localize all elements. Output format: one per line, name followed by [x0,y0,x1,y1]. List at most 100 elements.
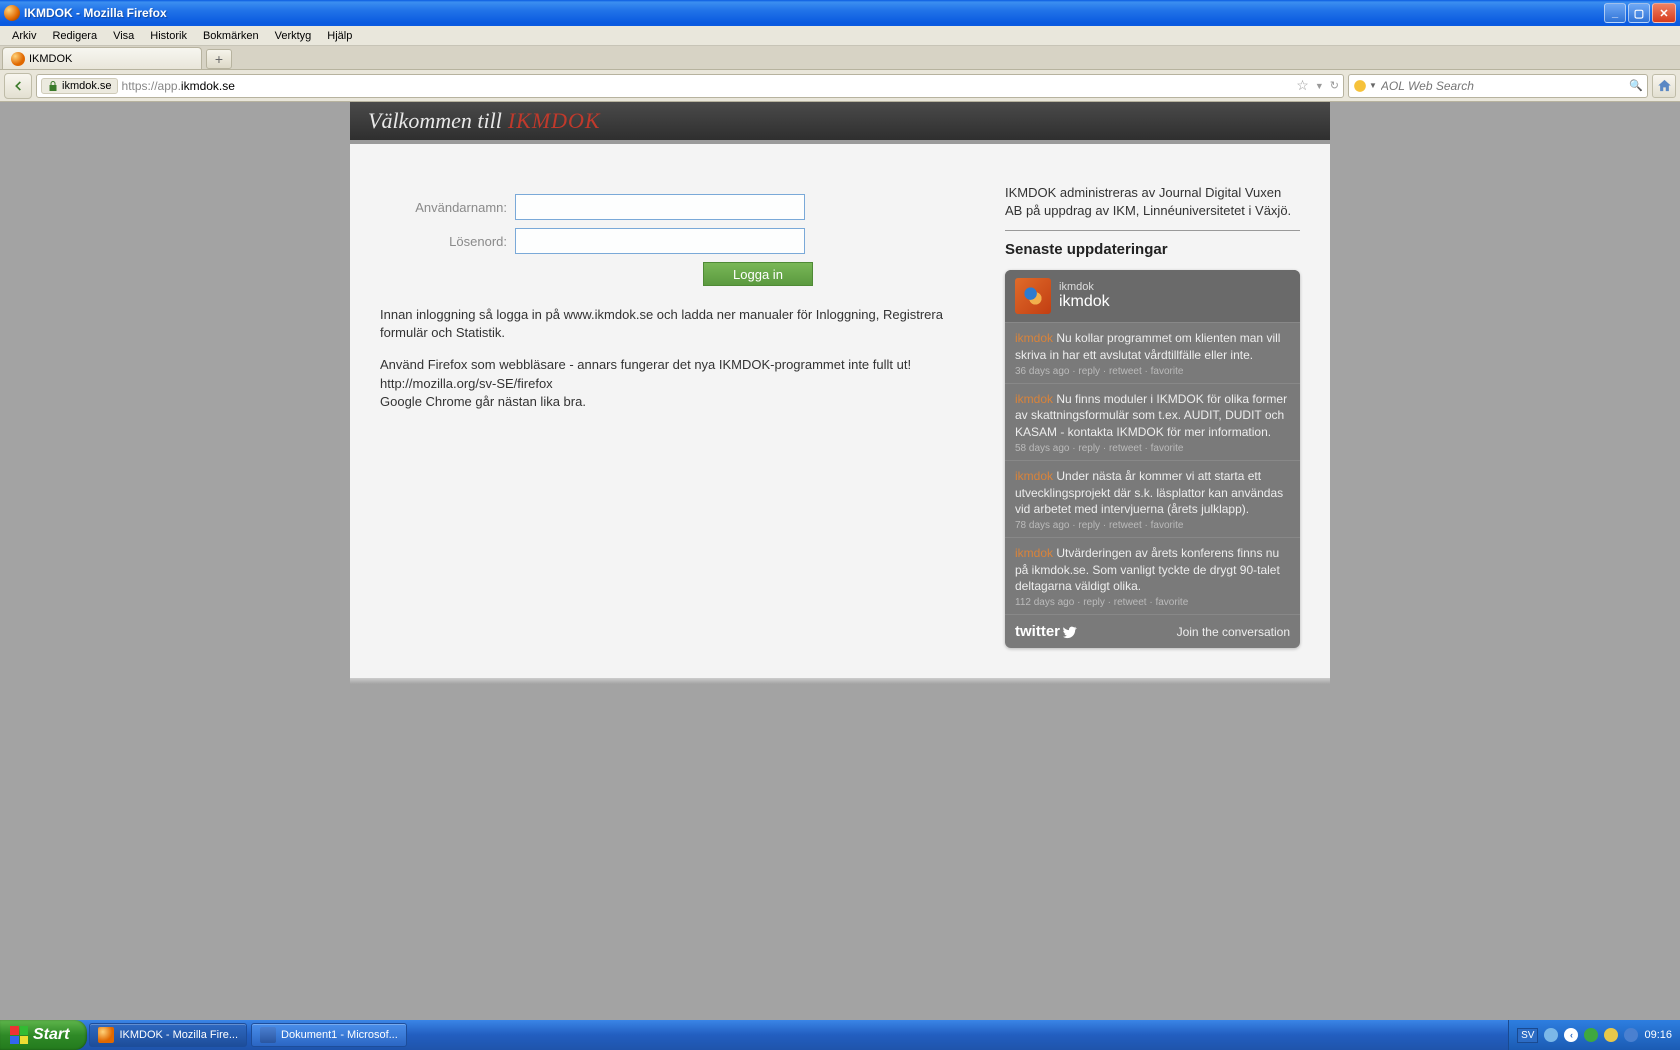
system-tray: SV ‹ 09:16 [1508,1020,1680,1050]
tw-item-user[interactable]: ikmdok [1015,392,1053,406]
browser-tab[interactable]: IKMDOK [2,47,202,69]
tw-item-text: Nu finns moduler i IKMDOK för olika form… [1015,392,1287,438]
search-input[interactable] [1381,79,1625,93]
twitter-footer: twitter Join the conversation [1005,614,1300,648]
menu-arkiv[interactable]: Arkiv [4,28,44,44]
nav-back-button[interactable] [4,73,32,99]
twitter-widget: ikmdok ikmdok ikmdok Nu kollar programme… [1005,270,1300,648]
windows-logo-icon [10,1026,28,1044]
window-close-button[interactable]: ✕ [1652,3,1676,23]
username-input[interactable] [515,194,805,220]
page-container: Välkommen till IKMDOK Användarnamn: Löse… [350,102,1330,684]
login-form: Användarnamn: Lösenord: Logga in [380,194,965,286]
windows-taskbar: Start IKMDOK - Mozilla Fire... Dokument1… [0,1020,1680,1050]
firefox-taskbar-icon [98,1027,114,1043]
start-label: Start [33,1026,69,1044]
taskbar-item-word[interactable]: Dokument1 - Microsof... [251,1023,407,1047]
info-text: Innan inloggning så logga in på www.ikmd… [380,306,965,411]
home-button[interactable] [1652,74,1676,98]
tw-item-user[interactable]: ikmdok [1015,331,1053,345]
tw-item-text: Utvärderingen av årets konferens finns n… [1015,546,1280,592]
menu-bokmarken[interactable]: Bokmärken [195,28,267,44]
tw-meta-favorite[interactable]: favorite [1151,443,1184,454]
header-welcome-text: Välkommen till [368,108,502,134]
info-paragraph-2: Använd Firefox som webbläsare - annars f… [380,356,965,411]
username-label: Användarnamn: [380,200,515,215]
side-column: IKMDOK administreras av Journal Digital … [990,184,1300,648]
tw-item-meta: 58 days ago · reply · retweet · favorite [1015,442,1290,456]
header-brand-text: IKMDOK [508,108,601,134]
tray-icon[interactable] [1584,1028,1598,1042]
twitter-item: ikmdok Utvärderingen av årets konferens … [1005,537,1300,614]
window-maximize-button[interactable]: ▢ [1628,3,1650,23]
tray-icon[interactable] [1544,1028,1558,1042]
tw-meta-favorite[interactable]: favorite [1151,366,1184,377]
twitter-join-link[interactable]: Join the conversation [1177,625,1290,639]
password-label: Lösenord: [380,234,515,249]
twitter-logo[interactable]: twitter [1015,623,1077,640]
tray-volume-icon[interactable] [1624,1028,1638,1042]
info-paragraph-1: Innan inloggning så logga in på www.ikmd… [380,306,965,342]
tw-meta-retweet[interactable]: retweet [1109,520,1142,531]
tray-language[interactable]: SV [1517,1028,1538,1043]
window-titlebar: IKMDOK - Mozilla Firefox _ ▢ ✕ [0,0,1680,26]
tw-meta-retweet[interactable]: retweet [1109,366,1142,377]
browser-menubar: Arkiv Redigera Visa Historik Bokmärken V… [0,26,1680,46]
twitter-bird-icon [1063,625,1077,639]
firefox-icon [4,5,20,21]
search-go-icon[interactable]: 🔍 [1629,79,1643,92]
start-button[interactable]: Start [0,1020,87,1050]
site-identity-text: ikmdok.se [62,80,112,92]
tw-item-user[interactable]: ikmdok [1015,469,1053,483]
menu-verktyg[interactable]: Verktyg [267,28,320,44]
twitter-name-big: ikmdok [1059,293,1110,311]
side-admin-text: IKMDOK administreras av Journal Digital … [1005,184,1300,231]
tw-meta-favorite[interactable]: favorite [1155,597,1188,608]
page-header: Välkommen till IKMDOK [350,102,1330,144]
reload-icon[interactable]: ↻ [1330,79,1339,92]
lock-icon [47,80,59,92]
window-minimize-button[interactable]: _ [1604,3,1626,23]
taskbar-item-firefox[interactable]: IKMDOK - Mozilla Fire... [89,1023,247,1047]
main-column: Användarnamn: Lösenord: Logga in Innan i… [380,184,990,648]
menu-redigera[interactable]: Redigera [44,28,105,44]
login-button[interactable]: Logga in [703,262,813,286]
page-body: Användarnamn: Lösenord: Logga in Innan i… [350,144,1330,678]
new-tab-button[interactable]: + [206,49,232,69]
page-viewport: Välkommen till IKMDOK Användarnamn: Löse… [0,102,1680,1020]
tw-meta-reply[interactable]: reply [1083,597,1105,608]
search-provider-dropdown[interactable]: ▼ [1353,79,1377,93]
password-input[interactable] [515,228,805,254]
word-taskbar-icon [260,1027,276,1043]
url-dropdown-icon[interactable]: ▼ [1315,81,1324,91]
twitter-item: ikmdok Nu finns moduler i IKMDOK för oli… [1005,383,1300,460]
tray-clock[interactable]: 09:16 [1644,1029,1672,1041]
taskbar-item-label: Dokument1 - Microsof... [281,1029,398,1041]
tab-favicon [11,52,25,66]
home-icon [1657,78,1672,93]
tw-item-text: Under nästa år kommer vi att starta ett … [1015,469,1283,515]
tray-expand-icon[interactable]: ‹ [1564,1028,1578,1042]
tw-item-meta: 78 days ago · reply · retweet · favorite [1015,519,1290,533]
tw-meta-reply[interactable]: reply [1078,520,1100,531]
menu-historik[interactable]: Historik [142,28,195,44]
url-text: https://app.ikmdok.se [122,79,1293,93]
twitter-header: ikmdok ikmdok [1005,270,1300,322]
browser-search-box[interactable]: ▼ 🔍 [1348,74,1648,98]
tw-meta-favorite[interactable]: favorite [1151,520,1184,531]
bookmark-star-icon[interactable]: ☆ [1296,77,1309,94]
twitter-avatar [1015,278,1051,314]
menu-hjalp[interactable]: Hjälp [319,28,360,44]
tw-meta-reply[interactable]: reply [1078,366,1100,377]
window-title: IKMDOK - Mozilla Firefox [24,6,167,20]
aol-icon [1353,79,1367,93]
tw-meta-retweet[interactable]: retweet [1109,443,1142,454]
tw-meta-reply[interactable]: reply [1078,443,1100,454]
taskbar-item-label: IKMDOK - Mozilla Fire... [119,1029,238,1041]
site-identity-chip[interactable]: ikmdok.se [41,78,118,94]
tw-meta-retweet[interactable]: retweet [1114,597,1147,608]
address-bar[interactable]: ikmdok.se https://app.ikmdok.se ☆ ▼ ↻ [36,74,1344,98]
tw-item-user[interactable]: ikmdok [1015,546,1053,560]
menu-visa[interactable]: Visa [105,28,142,44]
tray-icon[interactable] [1604,1028,1618,1042]
